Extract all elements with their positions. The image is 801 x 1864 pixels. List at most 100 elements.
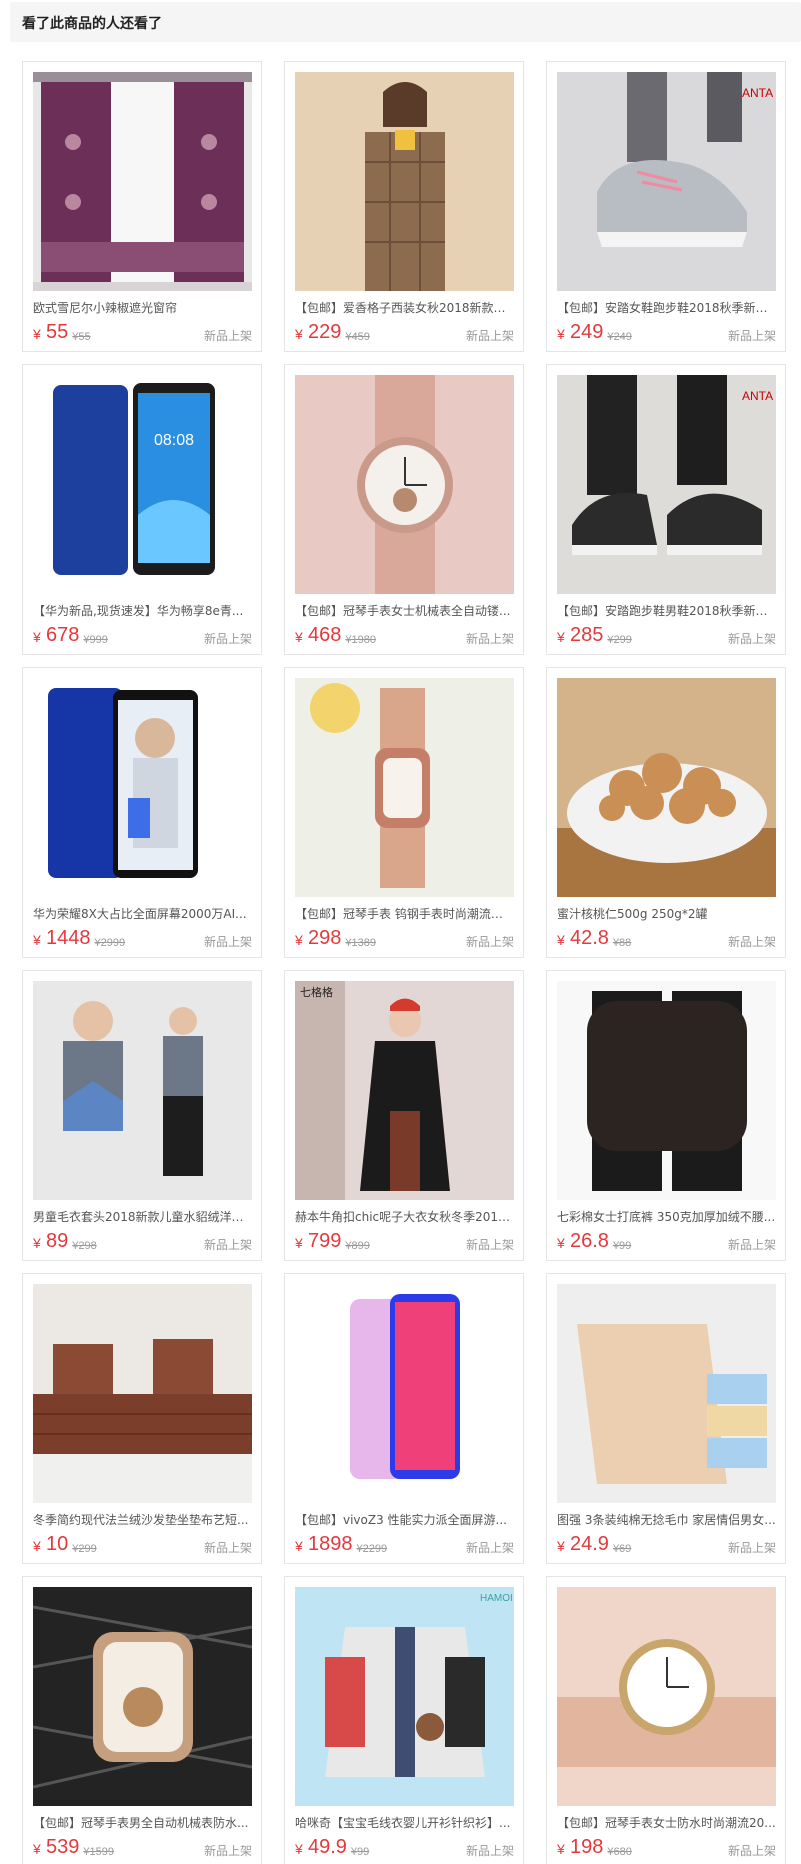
product-card[interactable]: 【包邮】冠琴手表 钨钢手表时尚潮流防... ¥ 298 ¥1389 新品上架 [284, 667, 524, 958]
product-image[interactable] [295, 678, 514, 897]
original-price: ¥249 [607, 331, 632, 343]
product-image[interactable] [557, 1587, 776, 1806]
original-price: ¥680 [607, 1846, 632, 1858]
product-image[interactable] [557, 678, 776, 897]
product-title[interactable]: 【包邮】安踏女鞋跑步鞋2018秋季新款... [557, 299, 776, 317]
product-price: 229 [308, 321, 342, 343]
product-card[interactable]: 蜜汁核桃仁500g 250g*2罐 ¥ 42.8 ¥88 新品上架 [546, 667, 786, 958]
product-title[interactable]: 欧式雪尼尔小辣椒遮光窗帘 [33, 299, 252, 317]
product-image[interactable] [295, 1284, 514, 1503]
product-image[interactable] [33, 1284, 252, 1503]
product-card[interactable]: 08:08 【华为新品,现货速发】华为畅享8e青... ¥ 678 ¥999 新品… [22, 364, 262, 655]
currency-symbol: ¥ [295, 1841, 303, 1857]
product-price: 285 [570, 624, 604, 646]
currency-symbol: ¥ [33, 326, 41, 342]
product-image[interactable]: ANTA [557, 375, 776, 594]
product-title[interactable]: 【包邮】冠琴手表 钨钢手表时尚潮流防... [295, 905, 514, 923]
original-price: ¥299 [72, 1543, 97, 1555]
product-price: 678 [46, 624, 80, 646]
product-title[interactable]: 男童毛衣套头2018新款儿童水貂绒洋气... [33, 1208, 252, 1226]
new-arrival-tag: 新品上架 [203, 632, 252, 646]
original-price: ¥459 [345, 331, 370, 343]
product-card[interactable]: 冬季简约现代法兰绒沙发垫坐垫布艺短... ¥ 10 ¥299 新品上架 [22, 1273, 262, 1564]
product-title[interactable]: 【包邮】安踏跑步鞋男鞋2018秋季新款... [557, 602, 776, 620]
product-card[interactable]: 【包邮】冠琴手表女士机械表全自动镂... ¥ 468 ¥1980 新品上架 [284, 364, 524, 655]
product-card[interactable]: 【包邮】爱香格子西装女秋2018新款英... ¥ 229 ¥459 新品上架 [284, 61, 524, 352]
price-row: ¥ 678 ¥999 新品上架 [33, 623, 252, 649]
product-title[interactable]: 【华为新品,现货速发】华为畅享8e青... [33, 602, 252, 620]
new-arrival-tag: 新品上架 [465, 329, 514, 343]
product-image[interactable]: 七格格 [295, 981, 514, 1200]
currency-symbol: ¥ [33, 932, 41, 948]
product-card[interactable]: HAMOI 哈咪奇【宝宝毛线衣婴儿开衫针织衫】... ¥ 49.9 ¥99 新品上… [284, 1576, 524, 1864]
product-image[interactable]: HAMOI [295, 1587, 514, 1806]
product-title[interactable]: 赫本牛角扣chic呢子大衣女秋冬季2018... [295, 1208, 514, 1226]
product-image[interactable] [33, 678, 252, 897]
product-grid: 欧式雪尼尔小辣椒遮光窗帘 ¥ 55 ¥55 新品上架 【包邮】爱香格子西装女秋20… [22, 61, 791, 1864]
product-card[interactable]: 欧式雪尼尔小辣椒遮光窗帘 ¥ 55 ¥55 新品上架 [22, 61, 262, 352]
product-price: 26.8 [570, 1230, 609, 1252]
price-row: ¥ 249 ¥249 新品上架 [557, 320, 776, 346]
product-card[interactable]: 七彩棉女士打底裤 350克加厚加绒不腰... ¥ 26.8 ¥99 新品上架 [546, 970, 786, 1261]
new-arrival-tag: 新品上架 [465, 935, 514, 949]
product-title[interactable]: 七彩棉女士打底裤 350克加厚加绒不腰... [557, 1208, 776, 1226]
original-price: ¥88 [612, 937, 632, 949]
product-price: 55 [46, 321, 69, 343]
product-image[interactable] [557, 1284, 776, 1503]
product-title[interactable]: 【包邮】冠琴手表男全自动机械表防水... [33, 1814, 252, 1832]
product-title[interactable]: 【包邮】爱香格子西装女秋2018新款英... [295, 299, 514, 317]
original-price: ¥899 [345, 1240, 370, 1252]
product-price: 298 [308, 927, 342, 949]
product-card[interactable]: 【包邮】冠琴手表女士防水时尚潮流20... ¥ 198 ¥680 新品上架 [546, 1576, 786, 1864]
product-image[interactable]: 08:08 [33, 375, 252, 594]
product-card[interactable]: 图强 3条装纯棉无捻毛巾 家居情侣男女... ¥ 24.9 ¥69 新品上架 [546, 1273, 786, 1564]
new-arrival-tag: 新品上架 [203, 1541, 252, 1555]
product-title[interactable]: 图强 3条装纯棉无捻毛巾 家居情侣男女... [557, 1511, 776, 1529]
original-price: ¥1389 [345, 937, 376, 949]
product-title[interactable]: 哈咪奇【宝宝毛线衣婴儿开衫针织衫】... [295, 1814, 514, 1832]
product-card[interactable]: ANTA 【包邮】安踏跑步鞋男鞋2018秋季新款... ¥ 285 ¥299 新品… [546, 364, 786, 655]
new-arrival-tag: 新品上架 [727, 935, 776, 949]
product-image[interactable] [557, 981, 776, 1200]
product-image[interactable]: ANTA [557, 72, 776, 291]
product-price: 10 [46, 1533, 69, 1555]
product-price: 198 [570, 1836, 604, 1858]
price-row: ¥ 1448 ¥2999 新品上架 [33, 926, 252, 952]
new-arrival-tag: 新品上架 [727, 329, 776, 343]
product-title[interactable]: 【包邮】冠琴手表女士防水时尚潮流20... [557, 1814, 776, 1832]
price-row: ¥ 539 ¥1599 新品上架 [33, 1835, 252, 1861]
product-title[interactable]: 华为荣耀8X大占比全面屏幕2000万AI... [33, 905, 252, 923]
product-card[interactable]: 华为荣耀8X大占比全面屏幕2000万AI... ¥ 1448 ¥2999 新品上架 [22, 667, 262, 958]
currency-symbol: ¥ [557, 1538, 565, 1554]
product-title[interactable]: 蜜汁核桃仁500g 250g*2罐 [557, 905, 776, 923]
new-arrival-tag: 新品上架 [465, 1238, 514, 1252]
product-card[interactable]: 七格格 赫本牛角扣chic呢子大衣女秋冬季2018... ¥ 799 ¥899 新… [284, 970, 524, 1261]
product-image[interactable] [33, 1587, 252, 1806]
new-arrival-tag: 新品上架 [203, 935, 252, 949]
product-title[interactable]: 【包邮】冠琴手表女士机械表全自动镂... [295, 602, 514, 620]
product-card[interactable]: 男童毛衣套头2018新款儿童水貂绒洋气... ¥ 89 ¥298 新品上架 [22, 970, 262, 1261]
new-arrival-tag: 新品上架 [727, 1844, 776, 1858]
currency-symbol: ¥ [295, 1538, 303, 1554]
product-card[interactable]: 【包邮】vivoZ3 性能实力派全面屏游... ¥ 1898 ¥2299 新品上架 [284, 1273, 524, 1564]
currency-symbol: ¥ [557, 326, 565, 342]
section-title: 看了此商品的人还看了 [22, 16, 162, 32]
new-arrival-tag: 新品上架 [727, 1238, 776, 1252]
price-row: ¥ 55 ¥55 新品上架 [33, 320, 252, 346]
product-title[interactable]: 冬季简约现代法兰绒沙发垫坐垫布艺短... [33, 1511, 252, 1529]
currency-symbol: ¥ [33, 1235, 41, 1251]
product-image[interactable] [295, 375, 514, 594]
new-arrival-tag: 新品上架 [465, 1844, 514, 1858]
product-image[interactable] [33, 72, 252, 291]
product-image[interactable] [295, 72, 514, 291]
product-title[interactable]: 【包邮】vivoZ3 性能实力派全面屏游... [295, 1511, 514, 1529]
product-card[interactable]: 【包邮】冠琴手表男全自动机械表防水... ¥ 539 ¥1599 新品上架 [22, 1576, 262, 1864]
currency-symbol: ¥ [295, 1235, 303, 1251]
product-image[interactable] [33, 981, 252, 1200]
svg-text:七格格: 七格格 [300, 985, 333, 999]
currency-symbol: ¥ [295, 629, 303, 645]
product-card[interactable]: ANTA 【包邮】安踏女鞋跑步鞋2018秋季新款... ¥ 249 ¥249 新品… [546, 61, 786, 352]
product-price: 49.9 [308, 1836, 347, 1858]
currency-symbol: ¥ [557, 629, 565, 645]
original-price: ¥55 [72, 331, 91, 343]
